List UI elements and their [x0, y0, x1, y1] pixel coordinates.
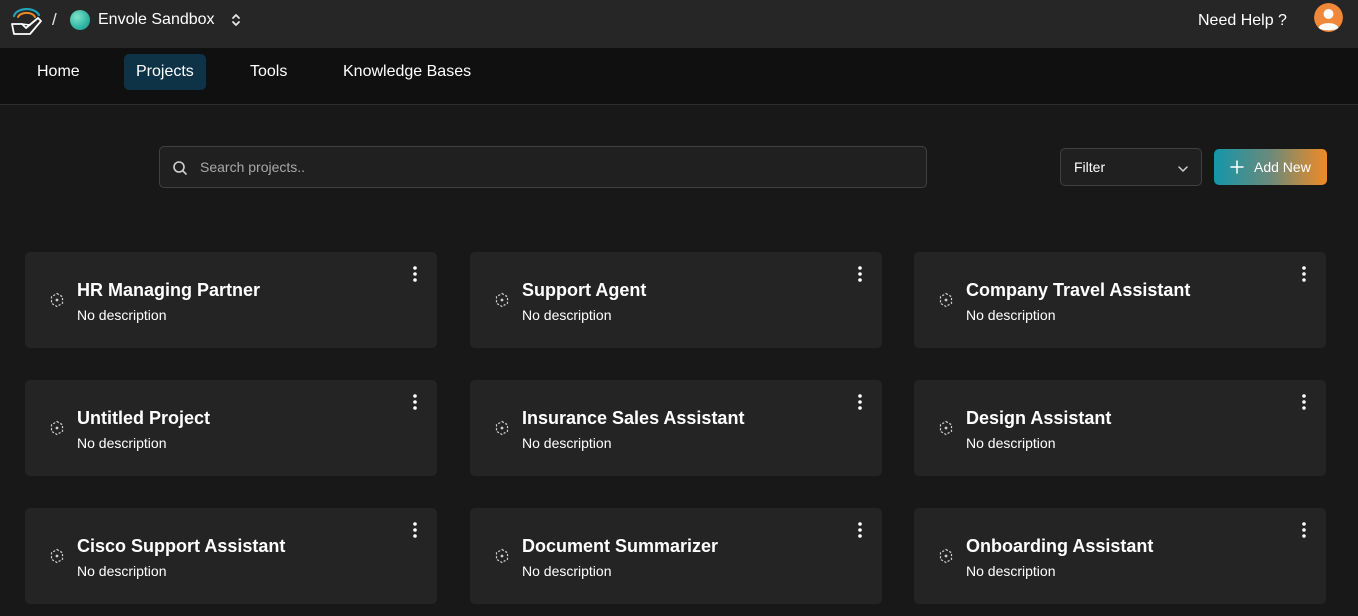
chevron-updown-icon[interactable] [230, 11, 242, 29]
project-card[interactable]: Insurance Sales Assistant No description [470, 380, 882, 476]
kebab-menu-icon[interactable] [854, 520, 866, 540]
project-description: No description [77, 563, 167, 579]
kebab-menu-icon[interactable] [1298, 520, 1310, 540]
project-description: No description [77, 307, 167, 323]
user-avatar-icon[interactable] [1314, 3, 1343, 32]
project-description: No description [966, 435, 1056, 451]
project-cube-icon [49, 548, 65, 564]
add-new-button[interactable]: Add New [1214, 149, 1327, 185]
project-cube-icon [938, 548, 954, 564]
project-description: No description [522, 435, 612, 451]
project-description: No description [522, 307, 612, 323]
hand-wave-logo-icon[interactable] [8, 4, 44, 38]
project-card[interactable]: Support Agent No description [470, 252, 882, 348]
kebab-menu-icon[interactable] [1298, 264, 1310, 284]
tab-home[interactable]: Home [25, 54, 92, 90]
workspace-name[interactable]: Envole Sandbox [98, 11, 215, 29]
plus-icon [1230, 160, 1244, 174]
project-title: Company Travel Assistant [966, 280, 1191, 300]
kebab-menu-icon[interactable] [1298, 392, 1310, 412]
project-cube-icon [49, 292, 65, 308]
search-input[interactable] [200, 147, 900, 187]
project-cube-icon [49, 420, 65, 436]
tab-projects[interactable]: Projects [124, 54, 206, 90]
kebab-menu-icon[interactable] [854, 392, 866, 412]
top-bar: / Envole Sandbox Need Help ? [0, 0, 1358, 48]
breadcrumb-separator: / [52, 10, 57, 29]
project-title: Insurance Sales Assistant [522, 408, 745, 428]
project-title: Support Agent [522, 280, 647, 300]
project-card[interactable]: Cisco Support Assistant No description [25, 508, 437, 604]
tab-knowledge-bases[interactable]: Knowledge Bases [331, 54, 483, 90]
project-description: No description [522, 563, 612, 579]
add-new-label: Add New [1254, 159, 1311, 175]
workspace-dot-icon [70, 10, 90, 30]
project-cube-icon [494, 548, 510, 564]
project-description: No description [966, 563, 1056, 579]
kebab-menu-icon[interactable] [854, 264, 866, 284]
project-description: No description [966, 307, 1056, 323]
kebab-menu-icon[interactable] [409, 392, 421, 412]
project-card[interactable]: Onboarding Assistant No description [914, 508, 1326, 604]
project-card[interactable]: Untitled Project No description [25, 380, 437, 476]
project-card[interactable]: Document Summarizer No description [470, 508, 882, 604]
project-cube-icon [938, 420, 954, 436]
project-title: HR Managing Partner [77, 280, 261, 300]
project-title: Cisco Support Assistant [77, 536, 286, 556]
project-title: Document Summarizer [522, 536, 719, 556]
kebab-menu-icon[interactable] [409, 520, 421, 540]
project-card[interactable]: Company Travel Assistant No description [914, 252, 1326, 348]
project-cube-icon [494, 292, 510, 308]
main-nav: Home Projects Tools Knowledge Bases [0, 48, 1358, 105]
tab-tools[interactable]: Tools [238, 54, 299, 90]
project-title: Design Assistant [966, 408, 1112, 428]
project-card[interactable]: HR Managing Partner No description [25, 252, 437, 348]
project-title: Onboarding Assistant [966, 536, 1154, 556]
search-icon [172, 160, 188, 176]
chevron-down-icon [1177, 162, 1189, 174]
project-description: No description [77, 435, 167, 451]
need-help-link[interactable]: Need Help ? [1198, 12, 1287, 30]
project-cube-icon [494, 420, 510, 436]
filter-label: Filter [1074, 159, 1106, 175]
filter-select[interactable]: Filter [1060, 148, 1202, 186]
project-title: Untitled Project [77, 408, 211, 428]
kebab-menu-icon[interactable] [409, 264, 421, 284]
search-box [159, 146, 927, 188]
project-cube-icon [938, 292, 954, 308]
project-card[interactable]: Design Assistant No description [914, 380, 1326, 476]
